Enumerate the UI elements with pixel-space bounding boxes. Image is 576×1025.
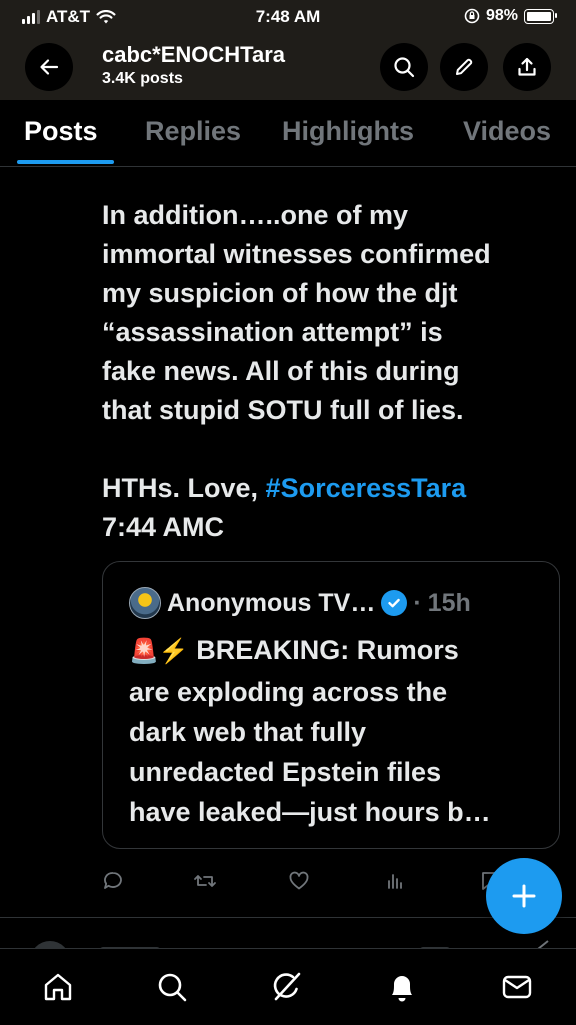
back-arrow-icon	[40, 59, 59, 75]
quoted-post-header: Anonymous TV… · 15h	[129, 587, 471, 619]
battery-icon	[524, 8, 557, 24]
nav-grok[interactable]	[266, 967, 306, 1007]
tab-replies[interactable]: Replies	[145, 116, 241, 147]
post-text: In addition…..one of my immortal witness…	[102, 196, 562, 547]
post-line: “assassination attempt” is	[102, 317, 443, 347]
grok-icon	[273, 972, 301, 1001]
edit-button[interactable]	[440, 43, 488, 91]
active-tab-indicator	[17, 160, 114, 164]
search-icon	[158, 973, 187, 1002]
repost-icon[interactable]	[193, 870, 217, 892]
quoted-line: are exploding across the	[129, 677, 448, 707]
separator-dot: ·	[413, 588, 422, 617]
post-time-line: 7:44 AMC	[102, 512, 225, 542]
share-icon	[518, 57, 536, 76]
post-line: my suspicion of how the djt	[102, 278, 458, 308]
lightning-emoji: ⚡	[158, 638, 189, 665]
tab-highlights[interactable]: Highlights	[282, 116, 414, 147]
bottom-nav	[0, 948, 576, 1025]
compose-button[interactable]	[486, 858, 562, 934]
profile-name: cabc*ENOCHTara	[102, 42, 285, 67]
quoted-line: have leaked—just hours b…	[129, 797, 491, 827]
quoted-line: unredacted Epstein files	[129, 757, 442, 787]
quoted-line: dark web that fully	[129, 717, 367, 747]
signoff-text: HTHs. Love,	[102, 473, 259, 503]
verified-badge-icon	[381, 590, 408, 616]
nav-messages[interactable]	[497, 967, 537, 1007]
post-line: immortal witnesses confirmed	[102, 239, 491, 269]
battery-percent: 98%	[485, 7, 518, 24]
nav-home[interactable]	[38, 967, 78, 1007]
quoted-post[interactable]: Anonymous TV… · 15h 🚨⚡ BREAKING: Rumors …	[102, 561, 560, 849]
search-button[interactable]	[380, 43, 428, 91]
quoted-line: BREAKING: Rumors	[196, 635, 459, 665]
profile-header: cabc*ENOCHTara 3.4K posts	[0, 34, 576, 100]
post-line: fake news. All of this during	[102, 356, 460, 386]
messages-icon	[502, 975, 532, 999]
post-divider	[0, 917, 576, 918]
hashtag-link[interactable]: #SorceressTara	[266, 473, 467, 503]
post-actions	[102, 870, 522, 894]
pencil-icon	[456, 58, 473, 75]
nav-notifications[interactable]	[382, 967, 422, 1007]
post-line: In addition…..one of my	[102, 200, 408, 230]
notifications-icon	[392, 976, 412, 1002]
siren-emoji: 🚨	[129, 638, 159, 665]
posts-count: 3.4K posts	[102, 70, 183, 87]
views-icon[interactable]	[384, 870, 406, 892]
quoted-post-text: 🚨⚡ BREAKING: Rumors are exploding across…	[129, 630, 549, 832]
quoted-post-age: 15h	[427, 588, 471, 617]
share-button[interactable]	[503, 43, 551, 91]
reply-icon[interactable]	[102, 870, 124, 892]
status-bar: AT&T 7:48 AM 98%	[0, 0, 576, 34]
back-button[interactable]	[25, 43, 73, 91]
nav-search[interactable]	[152, 967, 192, 1007]
quoted-author-name: Anonymous TV…	[167, 588, 376, 617]
post-signoff: HTHs. Love, #SorceressTara	[102, 469, 562, 508]
like-icon[interactable]	[288, 870, 310, 892]
post-line: that stupid SOTU full of lies.	[102, 395, 464, 425]
avatar	[129, 587, 161, 619]
tab-posts[interactable]: Posts	[24, 116, 98, 147]
search-icon	[394, 57, 415, 78]
tab-videos[interactable]: Videos	[463, 116, 551, 147]
home-icon	[44, 973, 72, 1001]
plus-icon	[512, 884, 536, 908]
profile-tabs: Posts Replies Highlights Videos	[0, 100, 576, 167]
orientation-lock-icon	[464, 8, 480, 24]
